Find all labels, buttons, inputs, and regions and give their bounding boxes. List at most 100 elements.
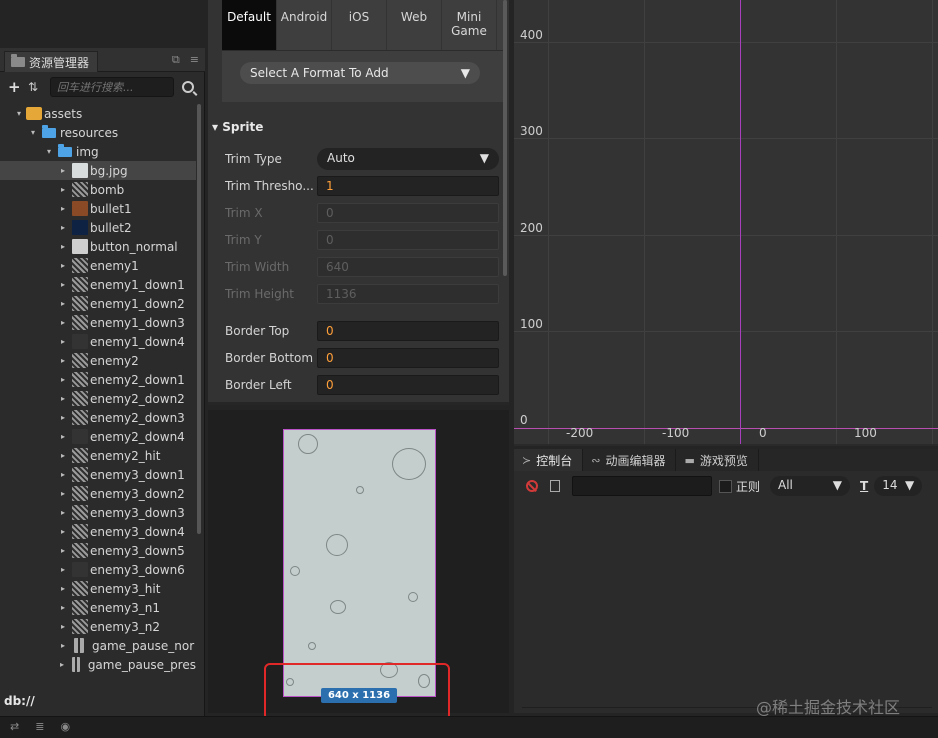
- tree-item[interactable]: ▸ enemy3_down1: [0, 465, 196, 484]
- tree-item[interactable]: ▸ enemy1_down2: [0, 294, 196, 313]
- trim-x-field: 0: [317, 203, 499, 223]
- collapsed-arrow-icon[interactable]: ▸: [58, 375, 68, 384]
- collapsed-arrow-icon[interactable]: ▸: [58, 413, 68, 422]
- platform-tab[interactable]: iOS: [332, 0, 387, 50]
- search-icon[interactable]: [182, 81, 194, 93]
- log-level-select[interactable]: All ▼: [770, 476, 851, 496]
- popout-icon[interactable]: ⧉: [172, 53, 180, 67]
- trim-type-select[interactable]: Auto ▼: [317, 148, 499, 170]
- collapsed-arrow-icon[interactable]: ▸: [58, 622, 68, 631]
- platform-tab[interactable]: Android: [277, 0, 332, 50]
- tree-item[interactable]: ▸ enemy3_n1: [0, 598, 196, 617]
- expanded-arrow-icon[interactable]: ▾: [14, 109, 24, 118]
- scene-view[interactable]: 400 300 200 100 0 -200 -100 0 100: [514, 0, 938, 446]
- console-tab[interactable]: ∾ 动画编辑器: [583, 449, 677, 471]
- console-tab[interactable]: ▬ 游戏预览: [676, 449, 759, 471]
- collapsed-arrow-icon[interactable]: ▸: [58, 489, 68, 498]
- tree-item[interactable]: ▸ enemy2_down4: [0, 427, 196, 446]
- tree-item[interactable]: ▸ enemy2_down2: [0, 389, 196, 408]
- collapsed-arrow-icon[interactable]: ▸: [58, 337, 68, 346]
- expanded-arrow-icon[interactable]: ▾: [28, 128, 38, 137]
- tree-item[interactable]: ▸ enemy3_down3: [0, 503, 196, 522]
- collapsed-arrow-icon[interactable]: ▸: [58, 470, 68, 479]
- tree-scrollbar[interactable]: [197, 104, 201, 534]
- tree-item[interactable]: ▸ enemy3_down4: [0, 522, 196, 541]
- clear-console-icon[interactable]: [526, 480, 538, 492]
- tree-item[interactable]: ▸ enemy3_down2: [0, 484, 196, 503]
- collapsed-arrow-icon[interactable]: ▸: [58, 280, 68, 289]
- tree-item[interactable]: ▸ enemy1_down3: [0, 313, 196, 332]
- tree-item[interactable]: ▸ enemy2: [0, 351, 196, 370]
- regex-checkbox[interactable]: [719, 479, 732, 493]
- db-path: db://: [4, 694, 35, 708]
- border-bottom-field[interactable]: 0: [317, 348, 499, 368]
- collapsed-arrow-icon[interactable]: ▸: [58, 641, 68, 650]
- add-asset-button[interactable]: +: [8, 78, 22, 96]
- assets-tab-label: 资源管理器: [29, 55, 90, 70]
- tree-item[interactable]: ▸ enemy1_down4: [0, 332, 196, 351]
- collapsed-arrow-icon[interactable]: ▸: [58, 603, 68, 612]
- tree-item[interactable]: ▾ img: [0, 142, 196, 161]
- collapsed-arrow-icon[interactable]: ▸: [58, 432, 68, 441]
- tree-item[interactable]: ▸ enemy3_n2: [0, 617, 196, 636]
- tree-item[interactable]: ▸ game_pause_nor: [0, 636, 196, 655]
- collapsed-arrow-icon[interactable]: ▸: [58, 166, 68, 175]
- platform-tab[interactable]: Mini Game: [442, 0, 497, 50]
- tree-item[interactable]: ▸ bullet2: [0, 218, 196, 237]
- platform-tab[interactable]: Default: [222, 0, 277, 50]
- tree-item[interactable]: ▸ enemy1: [0, 256, 196, 275]
- collapsed-arrow-icon[interactable]: ▸: [58, 356, 68, 365]
- collapsed-arrow-icon[interactable]: ▸: [58, 546, 68, 555]
- tree-item[interactable]: ▸ enemy3_hit: [0, 579, 196, 598]
- tree-item[interactable]: ▸ bullet1: [0, 199, 196, 218]
- sort-icon[interactable]: ⇅: [28, 80, 42, 94]
- collapsed-arrow-icon[interactable]: ▸: [58, 394, 68, 403]
- tree-item[interactable]: ▾ assets: [0, 104, 196, 123]
- open-log-file-icon[interactable]: [550, 480, 560, 492]
- trim-threshold-field[interactable]: 1: [317, 176, 499, 196]
- tree-item[interactable]: ▸ enemy2_down3: [0, 408, 196, 427]
- collapsed-arrow-icon[interactable]: ▸: [58, 204, 68, 213]
- collapsed-arrow-icon[interactable]: ▸: [58, 223, 68, 232]
- collapsed-arrow-icon[interactable]: ▸: [58, 185, 68, 194]
- collapsed-arrow-icon[interactable]: ▸: [58, 242, 68, 251]
- inspector-preview-divider[interactable]: [208, 402, 509, 405]
- collapsed-arrow-icon[interactable]: ▸: [58, 299, 68, 308]
- x-axis-label: -200: [566, 426, 594, 440]
- collapsed-arrow-icon[interactable]: ▸: [58, 508, 68, 517]
- assets-tab[interactable]: 资源管理器: [4, 51, 99, 72]
- asset-search-input[interactable]: [50, 77, 174, 97]
- tree-item[interactable]: ▸ enemy2_down1: [0, 370, 196, 389]
- font-size-select[interactable]: 14 ▼: [874, 476, 923, 496]
- eye-icon[interactable]: ◉: [60, 720, 70, 733]
- menu-icon[interactable]: ≡: [190, 53, 199, 67]
- border-top-field[interactable]: 0: [317, 321, 499, 341]
- tree-item[interactable]: ▸ enemy3_down5: [0, 541, 196, 560]
- sprite-thumbnail-icon: [72, 277, 88, 292]
- tree-item[interactable]: ▸ enemy2_hit: [0, 446, 196, 465]
- collapsed-arrow-icon[interactable]: ▸: [58, 660, 66, 669]
- tree-item[interactable]: ▸ game_pause_pres: [0, 655, 196, 674]
- border-left-field[interactable]: 0: [317, 375, 499, 395]
- console-tab[interactable]: ≻ 控制台: [514, 449, 584, 471]
- format-select[interactable]: Select A Format To Add ▼: [240, 62, 480, 84]
- collapsed-arrow-icon[interactable]: ▸: [58, 584, 68, 593]
- tree-item[interactable]: ▾ resources: [0, 123, 196, 142]
- collapsed-arrow-icon[interactable]: ▸: [58, 261, 68, 270]
- collapsed-arrow-icon[interactable]: ▸: [58, 318, 68, 327]
- console-filter-input[interactable]: [572, 476, 712, 496]
- collapsed-arrow-icon[interactable]: ▸: [58, 451, 68, 460]
- database-icon[interactable]: ≣: [35, 720, 44, 733]
- expanded-arrow-icon[interactable]: ▾: [44, 147, 54, 156]
- tree-item[interactable]: ▸ bg.jpg: [0, 161, 196, 180]
- tree-item[interactable]: ▸ bomb: [0, 180, 196, 199]
- tree-item[interactable]: ▸ enemy3_down6: [0, 560, 196, 579]
- collapsed-arrow-icon[interactable]: ▸: [58, 527, 68, 536]
- sync-icon[interactable]: ⇄: [10, 720, 19, 733]
- tree-item[interactable]: ▸ enemy1_down1: [0, 275, 196, 294]
- collapsed-arrow-icon[interactable]: ▸: [58, 565, 68, 574]
- inspector-scrollbar[interactable]: [503, 0, 507, 276]
- sprite-section-header[interactable]: ▾ Sprite: [212, 120, 263, 134]
- platform-tab[interactable]: Web: [387, 0, 442, 50]
- tree-item[interactable]: ▸ button_normal: [0, 237, 196, 256]
